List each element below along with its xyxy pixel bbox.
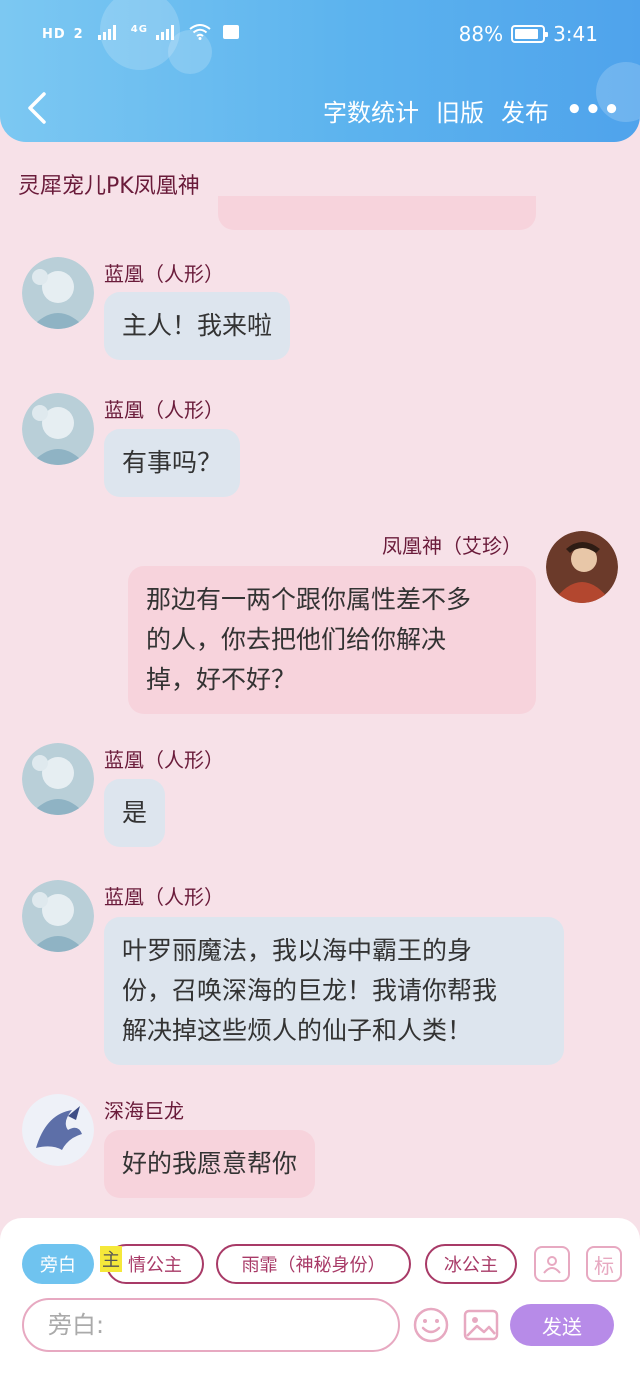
signal-icon [98, 25, 117, 40]
network-indicators: HD 2 4G [42, 24, 239, 42]
back-button[interactable] [20, 88, 56, 128]
role-chip-yufei[interactable]: 雨霏（神秘身份） [216, 1244, 411, 1284]
message-line: 份，召唤深海的巨龙！我请你帮我 [122, 976, 498, 1005]
message-sender-name: 蓝凰（人形） [104, 748, 224, 772]
tag-icon[interactable]: 标 [586, 1246, 622, 1282]
role-chip-bing-gongzhu[interactable]: 冰公主 [425, 1244, 517, 1284]
chat-title: 灵犀宠儿PK凤凰神 [18, 174, 200, 199]
message-sender-name: 凤凰神（艾珍） [382, 534, 522, 558]
notification-icon [222, 25, 239, 39]
person-icon [543, 1256, 561, 1274]
message-line: 解决掉这些烦人的仙子和人类！ [122, 1016, 473, 1045]
avatar-lanhuang[interactable] [22, 257, 94, 329]
role-manager-icon[interactable] [534, 1246, 570, 1282]
wifi-icon [189, 24, 211, 40]
app-header: HD 2 4G 88% 3:41 字数统计 旧版 发布 ••• [0, 0, 640, 142]
avatar-lanhuang[interactable] [22, 743, 94, 815]
highlighted-char: 主 [100, 1246, 122, 1272]
sim-indicator: 2 [73, 27, 84, 42]
message-bubble[interactable]: 是 [104, 779, 166, 847]
message-bubble[interactable]: 那边有一两个跟你属性差不多 的人，你去把他们给你解决 掉，好不好？ [128, 566, 536, 714]
message-line: 叶罗丽魔法，我以海中霸王的身 [122, 936, 473, 965]
message-sender-name: 蓝凰（人形） [104, 885, 224, 909]
message-input[interactable] [22, 1298, 400, 1352]
avatar-image [22, 1094, 94, 1166]
battery-percent: 88% [458, 22, 504, 46]
partial-message-bubble [218, 196, 536, 230]
avatar-lanhuang[interactable] [22, 880, 94, 952]
emoji-icon[interactable] [412, 1306, 450, 1344]
publish-button[interactable]: 发布 [501, 93, 549, 128]
status-right: 88% 3:41 [459, 22, 598, 46]
signal-icon [156, 25, 175, 40]
more-button[interactable]: ••• [566, 95, 620, 125]
avatar-image [22, 743, 94, 815]
message-line: 掉，好不好？ [146, 665, 297, 694]
header-toolbar: 字数统计 旧版 发布 ••• [323, 92, 640, 128]
avatar-image [22, 393, 94, 465]
clock: 3:41 [553, 22, 598, 46]
message-bubble[interactable]: 有事吗？ [104, 429, 241, 497]
battery-icon [511, 25, 549, 43]
message-sender-name: 蓝凰（人形） [104, 262, 224, 286]
chevron-left-icon [28, 92, 46, 124]
message-sender-name: 蓝凰（人形） [104, 398, 224, 422]
avatar-fenghuangshen[interactable] [546, 531, 618, 603]
battery-fill [515, 29, 538, 39]
message-bubble[interactable]: 叶罗丽魔法，我以海中霸王的身 份，召唤深海的巨龙！我请你帮我 解决掉这些烦人的仙… [104, 917, 564, 1065]
word-count-button[interactable]: 字数统计 [323, 93, 419, 128]
network-type: 4G [130, 24, 148, 35]
image-icon[interactable] [462, 1306, 500, 1344]
avatar-image [546, 531, 618, 603]
old-version-button[interactable]: 旧版 [436, 93, 484, 128]
avatar-shenhai-julong[interactable] [22, 1094, 94, 1166]
message-line: 的人，你去把他们给你解决 [146, 625, 447, 654]
hd-indicator: HD [42, 27, 66, 42]
send-button[interactable]: 发送 [510, 1304, 614, 1346]
avatar-image [22, 257, 94, 329]
message-sender-name: 深海巨龙 [104, 1099, 184, 1123]
message-bubble[interactable]: 主人！我来啦 [104, 292, 291, 360]
avatar-lanhuang[interactable] [22, 393, 94, 465]
message-bubble[interactable]: 好的我愿意帮你 [104, 1130, 316, 1198]
message-line: 那边有一两个跟你属性差不多 [146, 585, 472, 614]
status-bar: HD 2 4G 88% 3:41 [0, 0, 640, 70]
role-chip-narration[interactable]: 旁白 [22, 1244, 94, 1284]
avatar-image [22, 880, 94, 952]
